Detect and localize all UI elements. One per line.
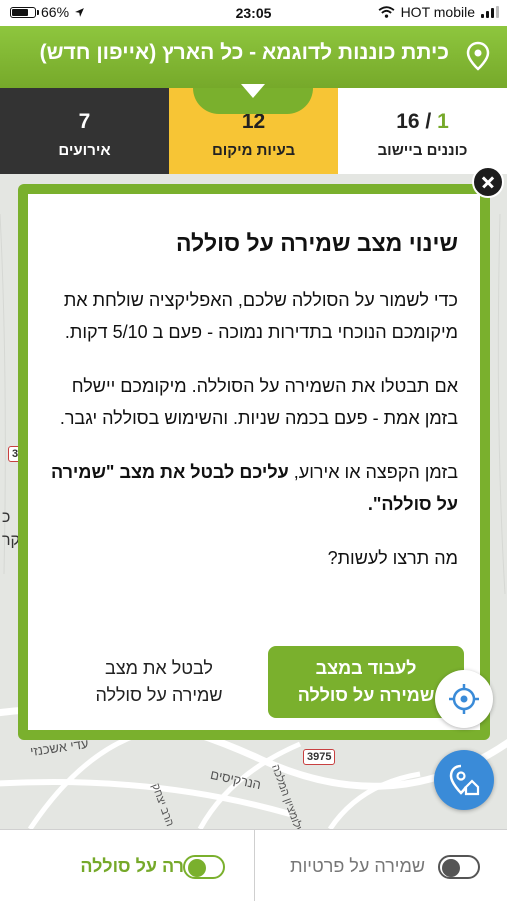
locate-me-button[interactable] bbox=[435, 670, 493, 728]
street-label: כ bbox=[2, 509, 11, 526]
toggle-knob bbox=[188, 858, 206, 877]
battery-mode-modal: שינוי מצב שמירה על סוללה כדי לשמור על הס… bbox=[18, 184, 490, 740]
header-title: כיתת כוננות לדוגמא - כל הארץ (אייפון חדש… bbox=[39, 41, 449, 64]
settlement-standby-count: 16 / 1 bbox=[338, 110, 507, 134]
modal-title: שינוי מצב שמירה על סוללה bbox=[175, 230, 458, 256]
settlement-separator: / bbox=[425, 110, 432, 133]
guard-location-button[interactable] bbox=[434, 750, 494, 810]
modal-paragraph-3-start: בזמן הקפצה או אירוע, bbox=[293, 462, 458, 482]
modal-paragraph-3: בזמן הקפצה או אירוע, עליכם לבטל את מצב "… bbox=[48, 456, 458, 520]
toggle-knob bbox=[442, 858, 460, 877]
settlement-standby-stat[interactable]: 16 / 1 כוננים ביישוב bbox=[338, 88, 507, 174]
modal-paragraph-1: כדי לשמור על הסוללה שלכם, האפליקציה שולח… bbox=[63, 290, 458, 342]
privacy-saving-toggle[interactable] bbox=[438, 855, 480, 879]
primary-button-line2: שמירה על סוללה bbox=[297, 685, 435, 705]
bottom-bar: שמירה על סוללה שמירה על פרטיות bbox=[0, 829, 507, 901]
events-stat[interactable]: 7 אירועים bbox=[0, 88, 169, 174]
modal-content: שינוי מצב שמירה על סוללה כדי לשמור על הס… bbox=[28, 194, 480, 730]
settlement-available: 1 bbox=[437, 110, 449, 133]
modal-body: כדי לשמור על הסוללה שלכם, האפליקציה שולח… bbox=[48, 284, 458, 596]
secondary-button-line1: לבטל את מצב bbox=[105, 658, 213, 678]
settlement-standby-label: כוננים ביישוב bbox=[377, 142, 468, 159]
secondary-button-line2: שמירה על סוללה bbox=[95, 685, 223, 705]
carrier-name: HOT mobile bbox=[400, 4, 475, 20]
location-issues-label: בעיות מיקום bbox=[211, 142, 296, 159]
road-badge-3975: 3975 bbox=[303, 749, 336, 765]
disable-battery-saving-button[interactable]: לבטל את מצב שמירה על סוללה bbox=[64, 646, 254, 718]
events-count: 7 bbox=[78, 110, 91, 133]
crosshair-icon bbox=[449, 684, 479, 714]
privacy-saving-label: שמירה על פרטיות bbox=[290, 856, 425, 876]
wifi-icon bbox=[378, 6, 395, 18]
primary-button-line1: לעבוד במצב bbox=[315, 658, 417, 678]
modal-question: מה תרצו לעשות? bbox=[327, 548, 458, 568]
app-header: כיתת כוננות לדוגמא - כל הארץ (אייפון חדש… bbox=[0, 26, 507, 88]
modal-paragraph-2: אם תבטלו את השמירה על הסוללה. מיקומכם יי… bbox=[59, 376, 458, 428]
expand-arrow-icon[interactable] bbox=[241, 84, 265, 98]
location-pin-icon[interactable] bbox=[463, 41, 493, 71]
battery-saving-toggle[interactable] bbox=[183, 855, 225, 879]
close-modal-button[interactable] bbox=[472, 166, 504, 198]
location-home-icon bbox=[449, 764, 480, 796]
signal-icon bbox=[481, 6, 499, 18]
settlement-total: 16 bbox=[396, 110, 420, 133]
bottom-divider bbox=[254, 830, 255, 901]
status-right: HOT mobile bbox=[378, 4, 499, 20]
status-bar: 66% 23:05 HOT mobile bbox=[0, 0, 507, 26]
events-label: אירועים bbox=[58, 142, 111, 159]
